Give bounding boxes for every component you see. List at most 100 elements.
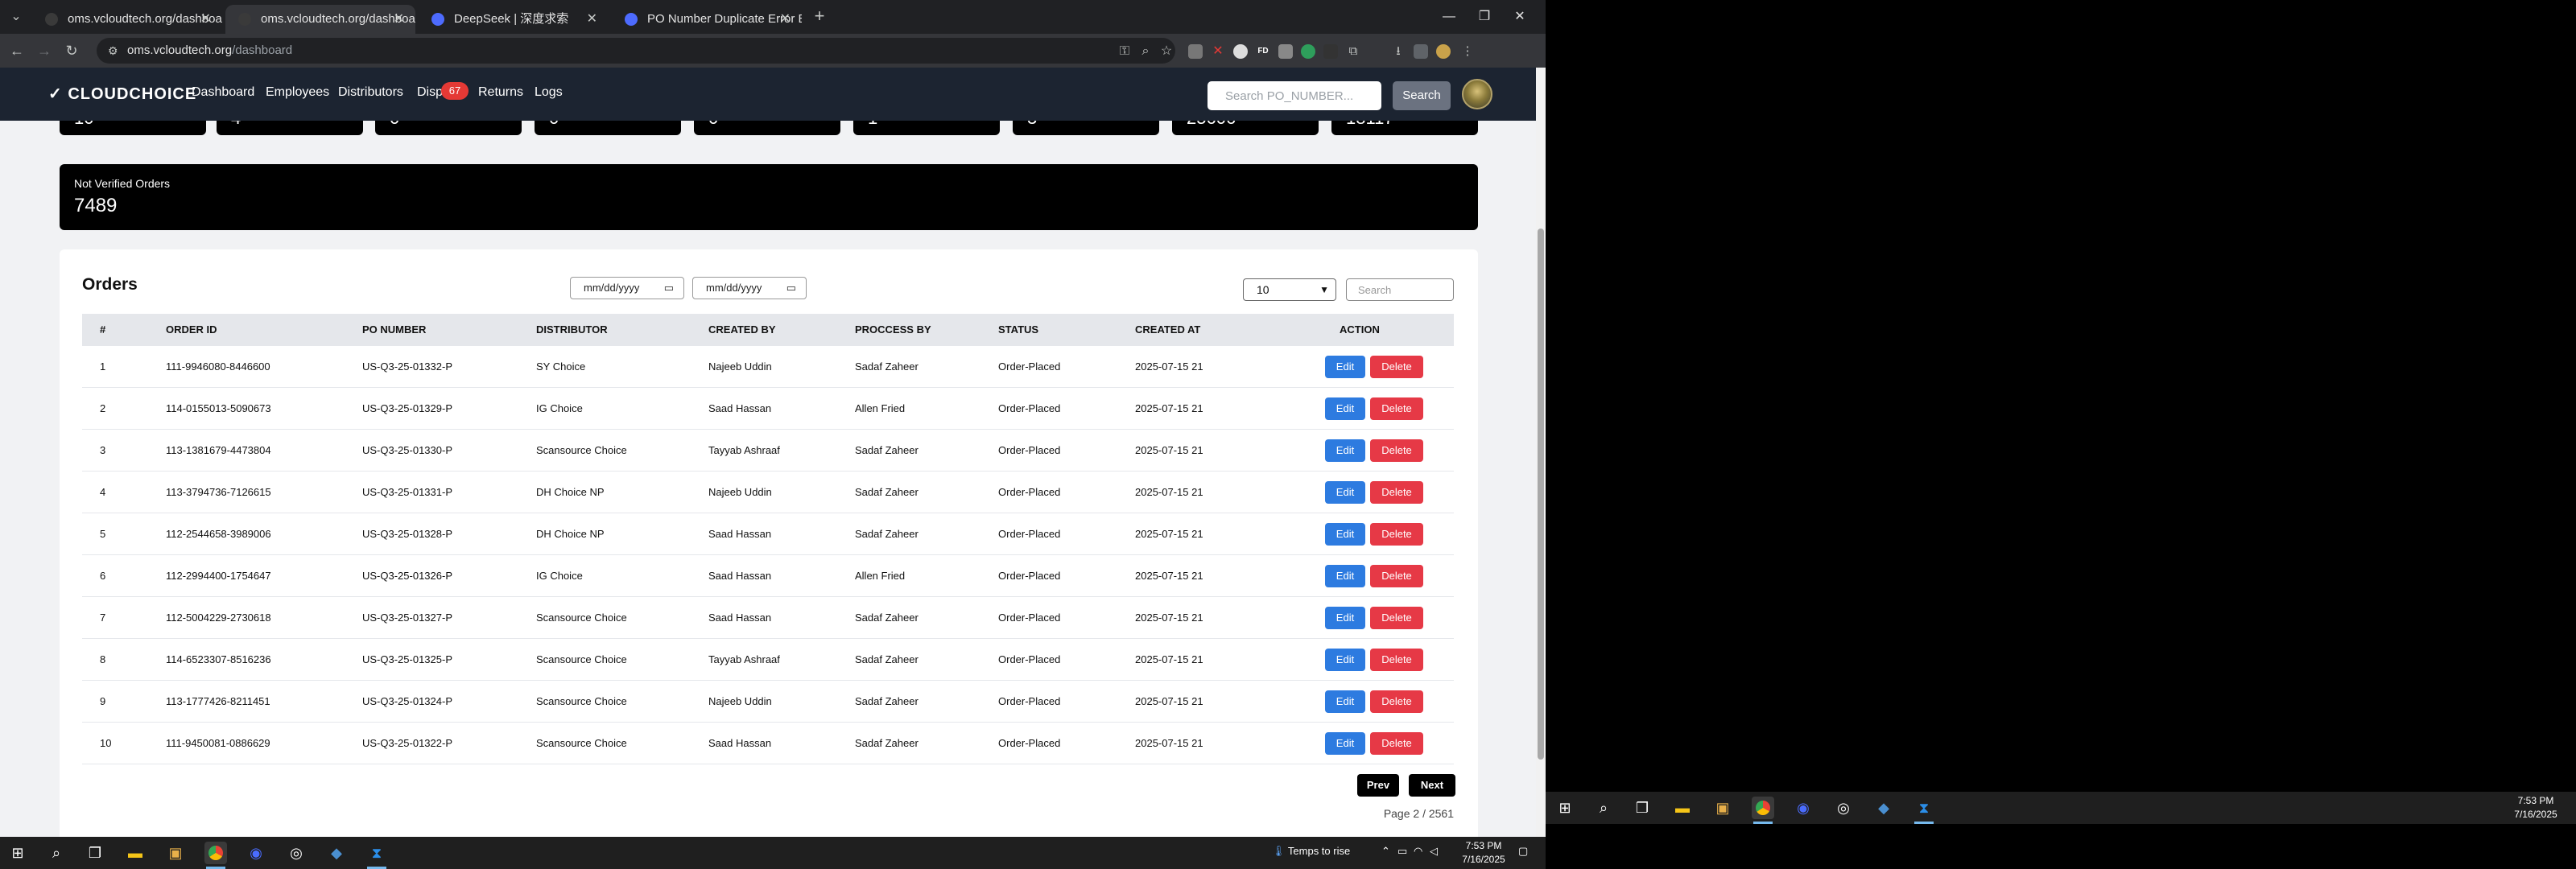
edit-button[interactable]: Edit xyxy=(1325,439,1365,462)
delete-button[interactable]: Delete xyxy=(1370,439,1423,462)
scrollbar-thumb[interactable] xyxy=(1538,229,1544,760)
address-bar[interactable]: ⚙ oms.vcloudtech.org/dashboard ⚿ ⌕ ☆ xyxy=(97,38,1175,64)
delete-button[interactable]: Delete xyxy=(1370,356,1423,378)
page-size-select[interactable]: 10 ▼ xyxy=(1243,278,1336,301)
app-circle-icon[interactable]: ◎ xyxy=(1832,797,1855,819)
extension-dark-icon[interactable] xyxy=(1323,44,1338,59)
close-tab-icon[interactable]: ✕ xyxy=(200,5,211,34)
page-scrollbar[interactable] xyxy=(1536,68,1546,837)
vscode-icon[interactable]: ⧗ xyxy=(1913,797,1935,819)
close-tab-icon[interactable]: ✕ xyxy=(587,5,597,34)
profile-avatar-icon[interactable] xyxy=(1436,44,1451,59)
nav-dashboard[interactable]: Dashboard xyxy=(192,85,254,100)
edit-button[interactable]: Edit xyxy=(1325,356,1365,378)
system-clock[interactable]: 7:53 PM 7/16/2025 xyxy=(1455,839,1512,867)
chrome-icon[interactable] xyxy=(204,842,227,864)
wifi-icon[interactable]: ◠ xyxy=(1414,845,1422,858)
store-icon[interactable]: ▣ xyxy=(164,842,187,864)
po-search-input[interactable] xyxy=(1208,81,1381,110)
notifications-icon[interactable]: ▢ xyxy=(1518,845,1528,858)
file-explorer-icon[interactable]: ▬ xyxy=(124,842,147,864)
app-notification-icon[interactable]: ◉ xyxy=(245,842,267,864)
back-icon[interactable]: ← xyxy=(6,40,27,61)
delete-button[interactable]: Delete xyxy=(1370,397,1423,420)
nav-employees[interactable]: Employees xyxy=(266,85,329,100)
app-logo-icon[interactable]: ◆ xyxy=(325,842,348,864)
orders-search-input[interactable] xyxy=(1346,278,1454,301)
nav-logs[interactable]: Logs xyxy=(535,85,563,100)
restore-icon[interactable]: ❐ xyxy=(1468,0,1501,34)
bookmark-star-icon[interactable]: ☆ xyxy=(1158,43,1175,60)
store-icon[interactable]: ▣ xyxy=(1711,797,1734,819)
volume-icon[interactable]: ◁ xyxy=(1430,845,1438,858)
download-icon[interactable]: ⭳ xyxy=(1391,44,1406,59)
windows-start-icon[interactable]: ⊞ xyxy=(1554,797,1576,819)
task-view-icon[interactable]: ❐ xyxy=(1631,797,1653,819)
vscode-icon[interactable]: ⧗ xyxy=(365,842,388,864)
edit-button[interactable]: Edit xyxy=(1325,732,1365,755)
side-panel-icon[interactable] xyxy=(1414,44,1428,59)
zoom-icon[interactable]: ⌕ xyxy=(1137,43,1154,60)
delete-button[interactable]: Delete xyxy=(1370,523,1423,546)
tab-search-icon[interactable]: ⌄ xyxy=(8,9,24,25)
nav-returns[interactable]: Returns xyxy=(478,85,523,100)
close-tab-icon[interactable]: ✕ xyxy=(780,5,791,34)
reload-icon[interactable]: ↻ xyxy=(61,40,82,61)
delete-button[interactable]: Delete xyxy=(1370,565,1423,587)
edit-button[interactable]: Edit xyxy=(1325,523,1365,546)
more-menu-icon[interactable]: ⋮ xyxy=(1460,44,1475,59)
calendar-icon[interactable]: ▭ xyxy=(664,278,674,299)
next-page-button[interactable]: Next xyxy=(1409,774,1455,797)
new-tab-icon[interactable]: + xyxy=(810,6,829,26)
browser-tab[interactable]: DeepSeek | 深度求索 ✕ xyxy=(419,5,609,34)
windows-start-icon[interactable]: ⊞ xyxy=(6,842,29,864)
password-key-icon[interactable]: ⚿ xyxy=(1116,43,1133,60)
task-view-icon[interactable]: ❐ xyxy=(84,842,106,864)
close-window-icon[interactable]: ✕ xyxy=(1504,0,1536,34)
edit-button[interactable]: Edit xyxy=(1325,690,1365,713)
end-date-input[interactable]: mm/dd/yyyy ▭ xyxy=(692,277,807,299)
delete-button[interactable]: Delete xyxy=(1370,481,1423,504)
browser-tab[interactable]: oms.vcloudtech.org/dashboard ✕ xyxy=(32,5,222,34)
delete-button[interactable]: Delete xyxy=(1370,690,1423,713)
file-explorer-icon[interactable]: ▬ xyxy=(1671,797,1694,819)
forward-icon[interactable]: → xyxy=(34,40,55,61)
edit-button[interactable]: Edit xyxy=(1325,397,1365,420)
app-logo-icon[interactable]: ◆ xyxy=(1872,797,1895,819)
tray-chevron-icon[interactable]: ⌃ xyxy=(1381,845,1390,858)
edit-button[interactable]: Edit xyxy=(1325,481,1365,504)
system-clock[interactable]: 7:53 PM 7/16/2025 xyxy=(2502,794,2570,822)
weather-widget[interactable]: 🌡 Temps to rise xyxy=(1272,845,1350,858)
app-notification-icon[interactable]: ◉ xyxy=(1792,797,1814,819)
extension-shield-icon[interactable] xyxy=(1301,44,1315,59)
extensions-puzzle-icon[interactable]: ⧉ xyxy=(1346,44,1360,59)
search-icon[interactable]: ⌕ xyxy=(1592,797,1615,819)
user-avatar[interactable] xyxy=(1462,79,1492,109)
search-icon[interactable]: ⌕ xyxy=(45,842,68,864)
extension-image-icon[interactable] xyxy=(1278,44,1293,59)
edit-button[interactable]: Edit xyxy=(1325,649,1365,671)
extension-icon[interactable] xyxy=(1188,44,1203,59)
nav-distributors[interactable]: Distributors xyxy=(338,85,403,100)
prev-page-button[interactable]: Prev xyxy=(1357,774,1399,797)
calendar-icon[interactable]: ▭ xyxy=(786,278,796,299)
po-search-button[interactable]: Search xyxy=(1393,81,1451,110)
edit-button[interactable]: Edit xyxy=(1325,565,1365,587)
delete-button[interactable]: Delete xyxy=(1370,649,1423,671)
start-date-input[interactable]: mm/dd/yyyy ▭ xyxy=(570,277,684,299)
minimize-icon[interactable]: — xyxy=(1433,0,1465,34)
extension-x-icon[interactable]: ✕ xyxy=(1211,44,1225,59)
extension-fd-icon[interactable]: FD xyxy=(1256,44,1270,59)
browser-tab-active[interactable]: oms.vcloudtech.org/dashboard ✕ xyxy=(225,5,415,34)
app-circle-icon[interactable]: ◎ xyxy=(285,842,308,864)
delete-button[interactable]: Delete xyxy=(1370,732,1423,755)
network-icon[interactable]: ▭ xyxy=(1397,845,1407,858)
close-tab-icon[interactable]: ✕ xyxy=(394,5,404,34)
app-logo[interactable]: ✓ CLOUDCHOICE xyxy=(48,84,196,104)
chrome-icon[interactable] xyxy=(1752,797,1774,819)
edit-button[interactable]: Edit xyxy=(1325,607,1365,629)
browser-tab[interactable]: PO Number Duplicate Error Exp ✕ xyxy=(612,5,802,34)
extension-circle-icon[interactable] xyxy=(1233,44,1248,59)
site-info-icon[interactable]: ⚙ xyxy=(108,38,118,64)
delete-button[interactable]: Delete xyxy=(1370,607,1423,629)
